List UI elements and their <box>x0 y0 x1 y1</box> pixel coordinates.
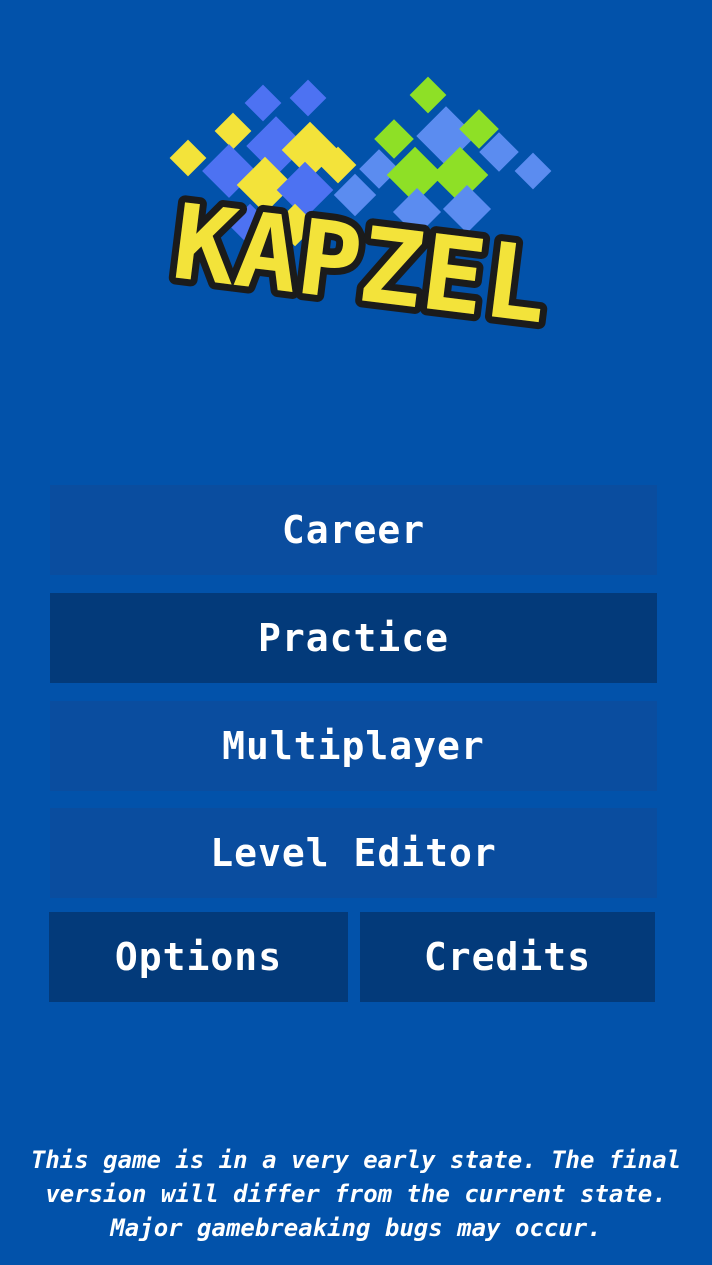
logo-wordmark: KAPZEL KAPZEL <box>160 174 562 330</box>
practice-button[interactable]: Practice <box>50 593 657 683</box>
logo-text: KAPZEL <box>167 181 555 330</box>
credits-button[interactable]: Credits <box>360 912 655 1002</box>
options-button[interactable]: Options <box>49 912 348 1002</box>
level-editor-button[interactable]: Level Editor <box>50 808 657 898</box>
career-button[interactable]: Career <box>50 485 657 575</box>
game-logo: KAPZEL KAPZEL KAPZEL <box>160 76 562 330</box>
early-access-notice: This game is in a very early state. The … <box>30 1146 682 1242</box>
multiplayer-button[interactable]: Multiplayer <box>50 701 657 791</box>
